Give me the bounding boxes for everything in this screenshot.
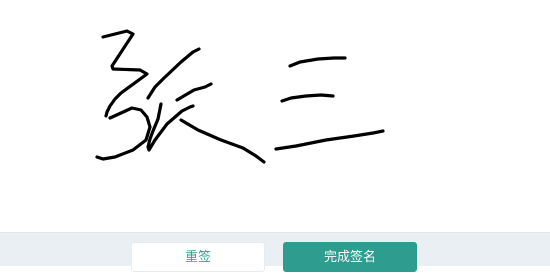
signature-canvas[interactable] xyxy=(0,0,550,232)
signature-stroke xyxy=(146,102,195,152)
signature-strokes xyxy=(95,29,385,164)
signature-stroke xyxy=(101,29,149,118)
signature-stroke xyxy=(288,56,347,68)
reset-signature-button[interactable]: 重签 xyxy=(131,242,265,272)
signature-stroke xyxy=(179,118,266,164)
complete-signature-button[interactable]: 完成签名 xyxy=(283,242,417,272)
signature-stroke xyxy=(175,82,213,102)
signature-stroke xyxy=(280,93,335,103)
signature-stroke xyxy=(274,129,385,151)
signature-toolbar: 重签 完成签名 xyxy=(0,232,550,272)
